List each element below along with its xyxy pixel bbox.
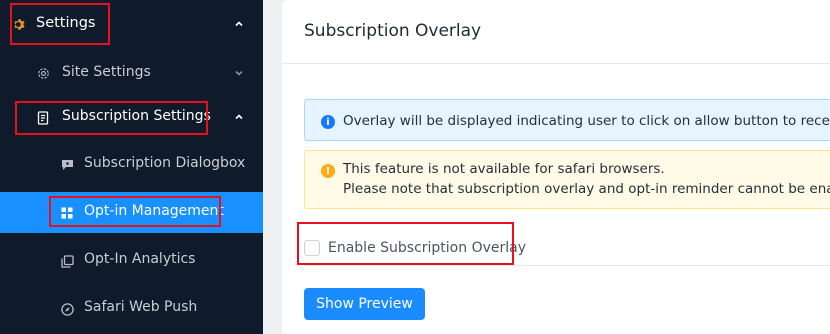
warning-alert-text: This feature is not available for safari… <box>343 161 665 177</box>
sidebar-item-subscription-dialogbox[interactable]: Subscription Dialogbox <box>0 143 263 187</box>
warning-alert-text: Please note that subscription overlay an… <box>343 181 830 197</box>
chat-icon <box>60 158 74 172</box>
sidebar-item-settings[interactable]: Settings <box>0 0 263 48</box>
document-icon <box>36 111 50 125</box>
subscription-overlay-panel: Subscription Overlay i Overlay will be d… <box>282 0 830 334</box>
sidebar-item-label: Subscription Dialogbox <box>84 155 246 171</box>
info-icon: i <box>321 115 335 129</box>
info-alert: i Overlay will be displayed indicating u… <box>304 99 830 141</box>
enable-overlay-row[interactable]: Enable Subscription Overlay <box>304 240 526 256</box>
sidebar-item-optin-analytics[interactable]: Opt-In Analytics <box>0 240 263 282</box>
sidebar-item-label: Settings <box>36 15 96 31</box>
warning-alert: ! This feature is not available for safa… <box>304 150 830 209</box>
warning-icon: ! <box>321 164 335 178</box>
divider <box>282 63 830 64</box>
sidebar-item-site-settings[interactable]: Site Settings <box>0 52 263 94</box>
chevron-up-icon[interactable] <box>233 111 245 123</box>
chevron-down-icon[interactable] <box>233 67 245 79</box>
show-preview-button[interactable]: Show Preview <box>304 288 425 320</box>
info-alert-text: Overlay will be displayed indicating use… <box>343 113 830 129</box>
compass-icon <box>60 302 74 316</box>
copy-icon <box>60 254 74 268</box>
sidebar: Settings Site Settings Subscription Sett… <box>0 0 263 334</box>
gear-icon <box>36 66 50 80</box>
sidebar-item-label: Subscription Settings <box>62 108 211 124</box>
sidebar-item-subscription-settings[interactable]: Subscription Settings <box>0 96 263 140</box>
chevron-up-icon[interactable] <box>233 18 245 30</box>
sidebar-item-optin-management[interactable]: Opt-in Management <box>0 192 263 233</box>
grid-icon <box>60 206 74 220</box>
sidebar-item-label: Opt-In Analytics <box>84 251 196 267</box>
sidebar-item-label: Opt-in Management <box>84 203 224 219</box>
page-title: Subscription Overlay <box>304 21 482 41</box>
sidebar-item-label: Site Settings <box>62 64 151 80</box>
gear-icon <box>12 17 26 31</box>
enable-overlay-label[interactable]: Enable Subscription Overlay <box>328 240 526 256</box>
enable-overlay-checkbox[interactable] <box>304 240 320 256</box>
divider <box>304 265 830 266</box>
sidebar-item-safari-web-push[interactable]: Safari Web Push <box>0 288 263 330</box>
sidebar-item-label: Safari Web Push <box>84 299 198 315</box>
